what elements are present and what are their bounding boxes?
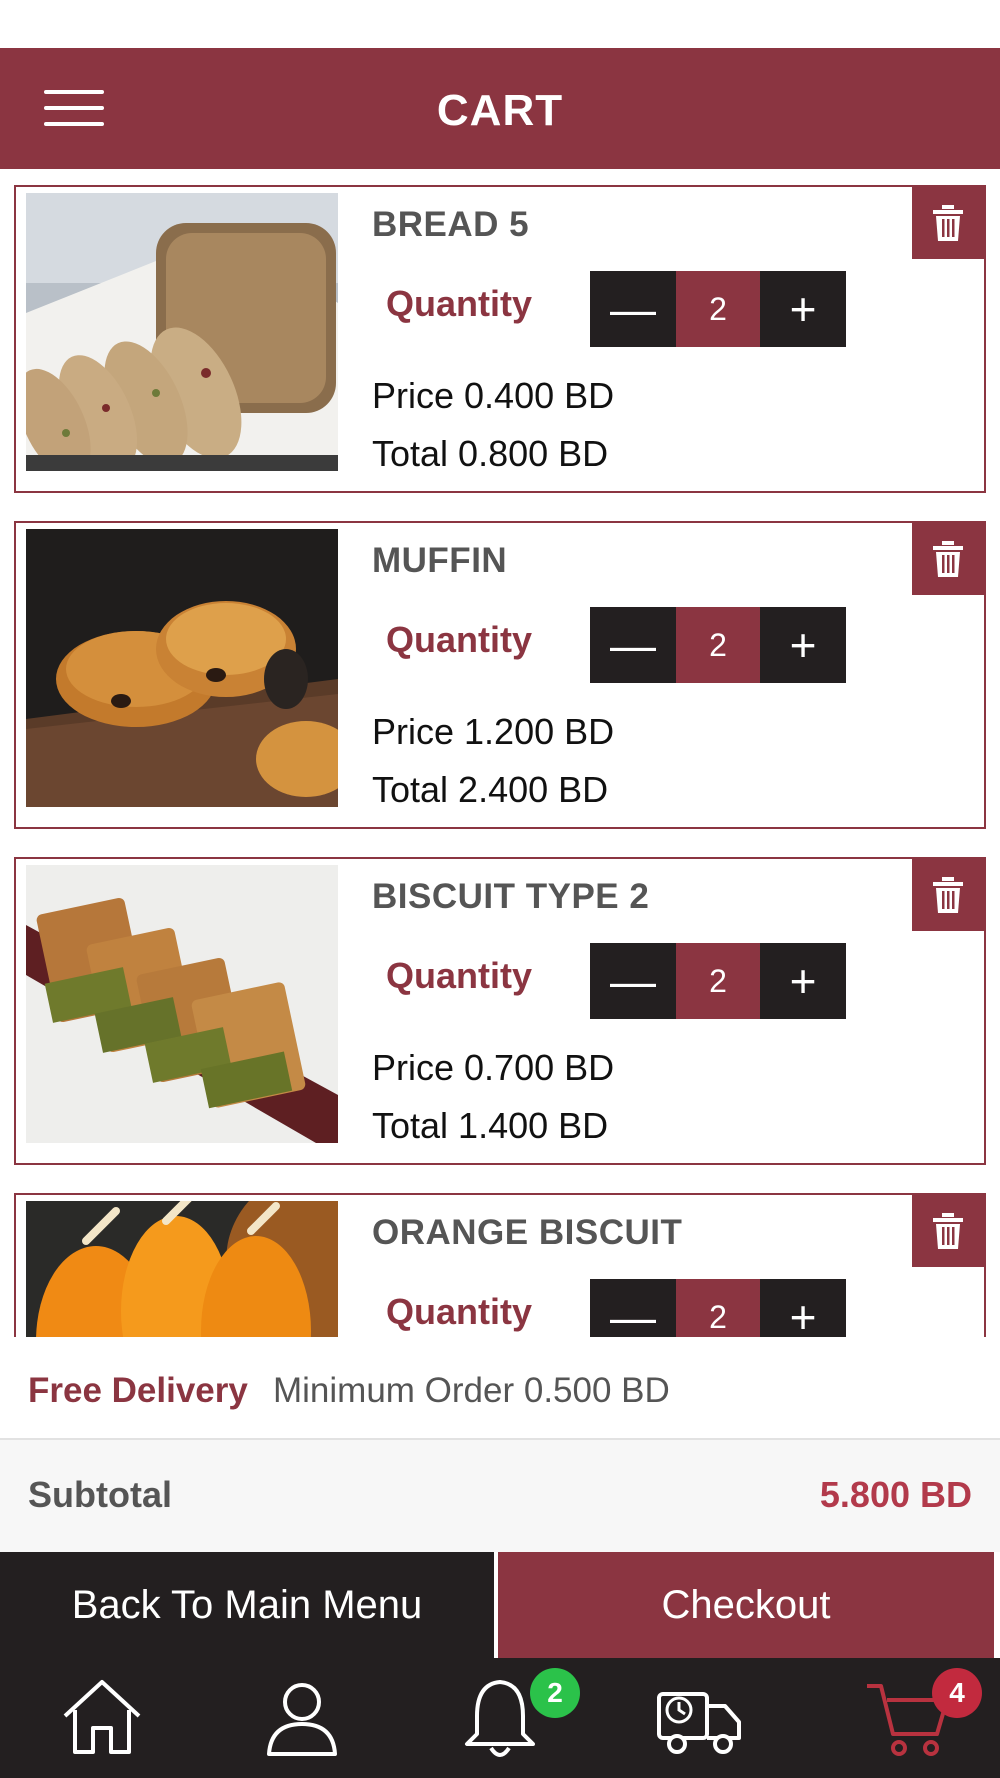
trash-icon xyxy=(933,1213,963,1249)
item-name: BISCUIT TYPE 2 xyxy=(372,877,650,916)
quantity-stepper: — 2 + xyxy=(590,1279,846,1337)
back-to-main-menu-button[interactable]: Back To Main Menu xyxy=(0,1552,494,1658)
delete-item-button[interactable] xyxy=(912,859,984,931)
cart-item: MUFFIN Quantity — 2 + Price 1.200 BD Tot… xyxy=(14,521,986,829)
increase-quantity-button[interactable]: + xyxy=(760,1279,846,1337)
decrease-quantity-button[interactable]: — xyxy=(590,271,676,347)
subtotal-value: 5.800 BD xyxy=(819,1474,972,1515)
item-name: BREAD 5 xyxy=(372,205,530,244)
home-tab[interactable] xyxy=(52,1672,152,1772)
item-price: Price 0.700 BD xyxy=(372,1047,615,1088)
item-name: ORANGE BISCUIT xyxy=(372,1213,683,1252)
cart-item: BREAD 5 Quantity — 2 + Price 0.400 BD To… xyxy=(14,185,986,493)
quantity-value: 2 xyxy=(676,607,760,683)
delete-item-button[interactable] xyxy=(912,1195,984,1267)
cart-count-badge: 4 xyxy=(932,1668,982,1718)
cart-actions: Back To Main Menu Checkout xyxy=(0,1552,1000,1658)
quantity-label: Quantity xyxy=(386,619,533,660)
delivery-truck-icon xyxy=(657,1692,741,1754)
trash-icon xyxy=(933,205,963,241)
trash-icon xyxy=(933,877,963,913)
product-image-muffin xyxy=(26,529,338,807)
quantity-value: 2 xyxy=(676,271,760,347)
profile-icon xyxy=(267,1683,337,1756)
header-bar: CART xyxy=(0,48,1000,169)
decrease-quantity-button[interactable]: — xyxy=(590,607,676,683)
status-bar xyxy=(0,0,1000,48)
trash-icon xyxy=(933,541,963,577)
free-delivery-label: Free Delivery xyxy=(28,1371,248,1410)
delivery-info: Free Delivery Minimum Order 0.500 BD xyxy=(0,1337,1000,1440)
item-price: Price 1.200 BD xyxy=(372,711,615,752)
profile-tab[interactable] xyxy=(252,1672,352,1772)
item-total: Total 2.400 BD xyxy=(372,769,609,810)
decrease-quantity-button[interactable]: — xyxy=(590,1279,676,1337)
product-image-orange-biscuit xyxy=(26,1201,338,1337)
notifications-count-badge: 2 xyxy=(530,1668,580,1718)
decrease-quantity-button[interactable]: — xyxy=(590,943,676,1019)
increase-quantity-button[interactable]: + xyxy=(760,607,846,683)
subtotal-label: Subtotal xyxy=(28,1474,172,1515)
item-price: Price 0.400 BD xyxy=(372,375,615,416)
subtotal-row: Subtotal 5.800 BD xyxy=(0,1440,1000,1552)
product-image-bread xyxy=(26,193,338,471)
quantity-label: Quantity xyxy=(386,283,533,324)
page-title: CART xyxy=(436,86,564,135)
quantity-stepper: — 2 + xyxy=(590,943,846,1019)
quantity-value: 2 xyxy=(676,1279,760,1337)
increase-quantity-button[interactable]: + xyxy=(760,271,846,347)
quantity-stepper: — 2 + xyxy=(590,607,846,683)
cart-item: ORANGE BISCUIT Quantity — 2 + xyxy=(14,1193,986,1337)
delivery-tab[interactable] xyxy=(650,1672,750,1772)
item-total: Total 1.400 BD xyxy=(372,1105,609,1146)
delete-item-button[interactable] xyxy=(912,187,984,259)
item-total: Total 0.800 BD xyxy=(372,433,609,474)
quantity-label: Quantity xyxy=(386,1291,533,1332)
product-image-biscuit xyxy=(26,865,338,1143)
delete-item-button[interactable] xyxy=(912,523,984,595)
cart-item-list[interactable]: BREAD 5 Quantity — 2 + Price 0.400 BD To… xyxy=(0,169,1000,1337)
minimum-order-text: Minimum Order 0.500 BD xyxy=(273,1371,670,1410)
quantity-stepper: — 2 + xyxy=(590,271,846,347)
quantity-label: Quantity xyxy=(386,955,533,996)
cart-item: BISCUIT TYPE 2 Quantity — 2 + Price 0.70… xyxy=(14,857,986,1165)
bottom-tab-bar xyxy=(0,1658,1000,1778)
checkout-button[interactable]: Checkout xyxy=(498,1552,994,1658)
quantity-value: 2 xyxy=(676,943,760,1019)
item-name: MUFFIN xyxy=(372,541,508,580)
increase-quantity-button[interactable]: + xyxy=(760,943,846,1019)
home-icon xyxy=(63,1680,141,1754)
